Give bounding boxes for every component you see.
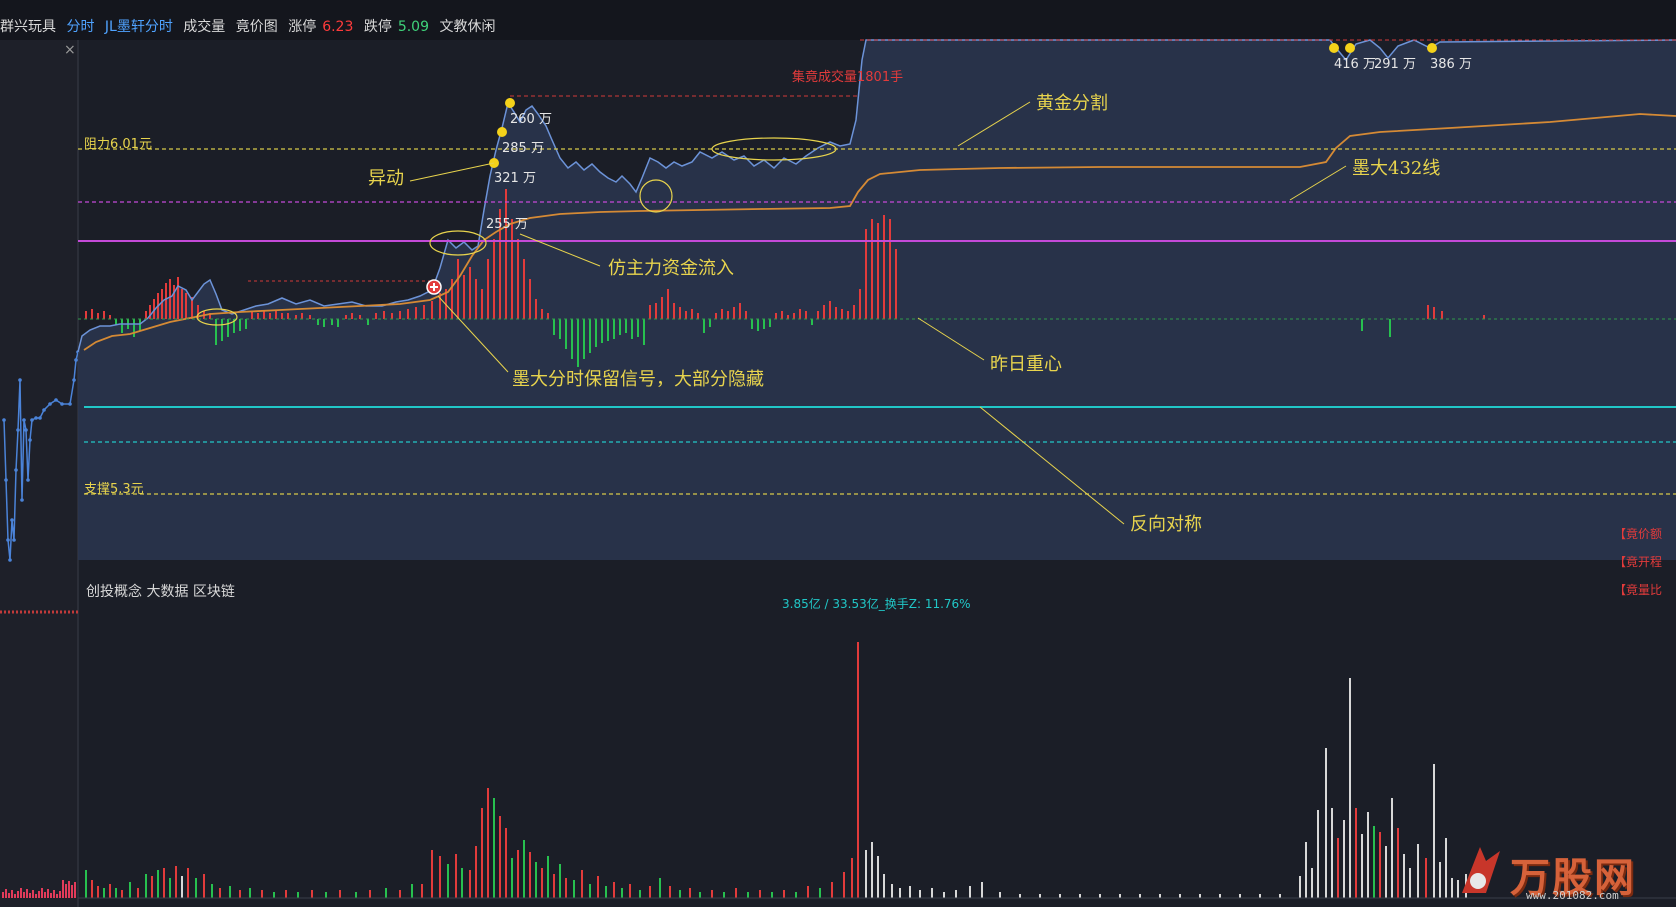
- big-order-label: 321 万: [494, 171, 536, 186]
- auction-point: [22, 418, 26, 422]
- big-order-dot: [505, 98, 515, 108]
- auction-volume-bar: [23, 892, 25, 898]
- auction-volume-bar: [29, 893, 31, 898]
- annotation-mo432: 墨大432线: [1352, 158, 1440, 179]
- right-tags: 【竟价额 【竟开程 【竟量比: [1614, 527, 1662, 597]
- auction-volume-bar: [8, 893, 10, 898]
- auction-volume-bar: [38, 891, 40, 898]
- big-order-label: 386 万: [1430, 57, 1472, 72]
- big-order-dot: [1345, 43, 1355, 53]
- annotation-reverse-symmetry: 反向对称: [1130, 514, 1202, 535]
- auction-volume-label: 集竟成交量1801手: [792, 69, 903, 85]
- tag-auction-ratio: 【竟量比: [1614, 583, 1662, 597]
- auction-point: [8, 558, 12, 562]
- auction-volume-bar: [20, 888, 22, 898]
- big-order-label: 285 万: [502, 141, 544, 156]
- volume-bars: [85, 642, 1467, 898]
- auction-volume-bar: [74, 882, 76, 898]
- big-order-dot: [1427, 43, 1437, 53]
- tag-auction-amount: 【竟价额: [1614, 527, 1662, 541]
- intraday-chart: × 阻力6.01元 支撑5.3元 集竟成交量1801手 260 万 285 万 …: [0, 39, 1676, 907]
- tag-auction-open: 【竟开程: [1614, 554, 1662, 569]
- auction-volume-bar: [14, 894, 16, 898]
- auction-volume-bar: [5, 889, 7, 898]
- auction-point: [30, 418, 34, 422]
- auction-point: [34, 416, 38, 420]
- auction-point: [26, 478, 30, 482]
- auction-volume-bar: [65, 884, 67, 898]
- auction-volume-bar: [56, 894, 58, 898]
- support-label: 支撑5.3元: [84, 482, 144, 497]
- auction-point: [16, 428, 20, 432]
- auction-volume-bar: [68, 881, 70, 898]
- auction-point: [20, 498, 24, 502]
- watermark-logo-icon: [1462, 847, 1500, 893]
- auction-volume-bar: [44, 892, 46, 898]
- big-order-dot: [497, 127, 507, 137]
- auction-point: [28, 438, 32, 442]
- auction-point: [72, 378, 76, 382]
- auction-volume-bar: [62, 880, 64, 898]
- auction-volume-bar: [35, 894, 37, 898]
- big-order-label: 255 万: [486, 217, 528, 232]
- auction-point: [14, 468, 18, 472]
- auction-point: [2, 418, 6, 422]
- close-icon[interactable]: ×: [64, 42, 76, 58]
- auction-point: [54, 398, 58, 402]
- auction-volume-bar: [59, 891, 61, 898]
- auction-volume-bar: [26, 889, 28, 898]
- annotation-yidong: 异动: [368, 168, 404, 189]
- watermark-url: www.201082.com: [1526, 889, 1619, 902]
- big-order-label: 416 万: [1334, 57, 1376, 72]
- turnover-label: 3.85亿 / 33.53亿_换手Z: 11.76%: [782, 596, 971, 611]
- auction-point: [12, 538, 16, 542]
- auction-point: [38, 416, 42, 420]
- auction-point: [18, 378, 22, 382]
- auction-volume-bar: [71, 885, 73, 898]
- auction-point: [60, 402, 64, 406]
- big-order-label: 291 万: [1374, 57, 1416, 72]
- annotation-yesterday-center: 昨日重心: [990, 354, 1062, 375]
- annotation-signal-note: 墨大分时保留信号，大部分隐藏: [512, 369, 764, 390]
- auction-side-panel: [0, 40, 78, 907]
- big-order-label: 260 万: [510, 112, 552, 127]
- auction-point: [24, 428, 28, 432]
- annotation-fund-inflow: 仿主力资金流入: [608, 258, 734, 279]
- resistance-label: 阻力6.01元: [84, 137, 152, 152]
- auction-volume-bar: [32, 890, 34, 898]
- auction-volume-bar: [2, 892, 4, 898]
- auction-point: [74, 358, 78, 362]
- big-order-dot: [1329, 43, 1339, 53]
- annotation-golden-split: 黄金分割: [1036, 93, 1108, 114]
- auction-point: [42, 408, 46, 412]
- auction-point: [6, 538, 10, 542]
- auction-volume-bar: [11, 890, 13, 898]
- auction-point: [10, 518, 14, 522]
- auction-volume-bar: [47, 889, 49, 898]
- auction-volume-bar: [17, 891, 19, 898]
- auction-volume-bar: [53, 890, 55, 898]
- auction-point: [4, 478, 8, 482]
- concepts-label: 创投概念 大数据 区块链: [86, 583, 235, 600]
- auction-point: [48, 402, 52, 406]
- watermark: 万股网 www.201082.com: [1462, 845, 1636, 903]
- leader-yidong: [409, 162, 495, 182]
- auction-volume-bar: [41, 888, 43, 898]
- auction-volume-bar: [50, 893, 52, 898]
- auction-point: [68, 402, 72, 406]
